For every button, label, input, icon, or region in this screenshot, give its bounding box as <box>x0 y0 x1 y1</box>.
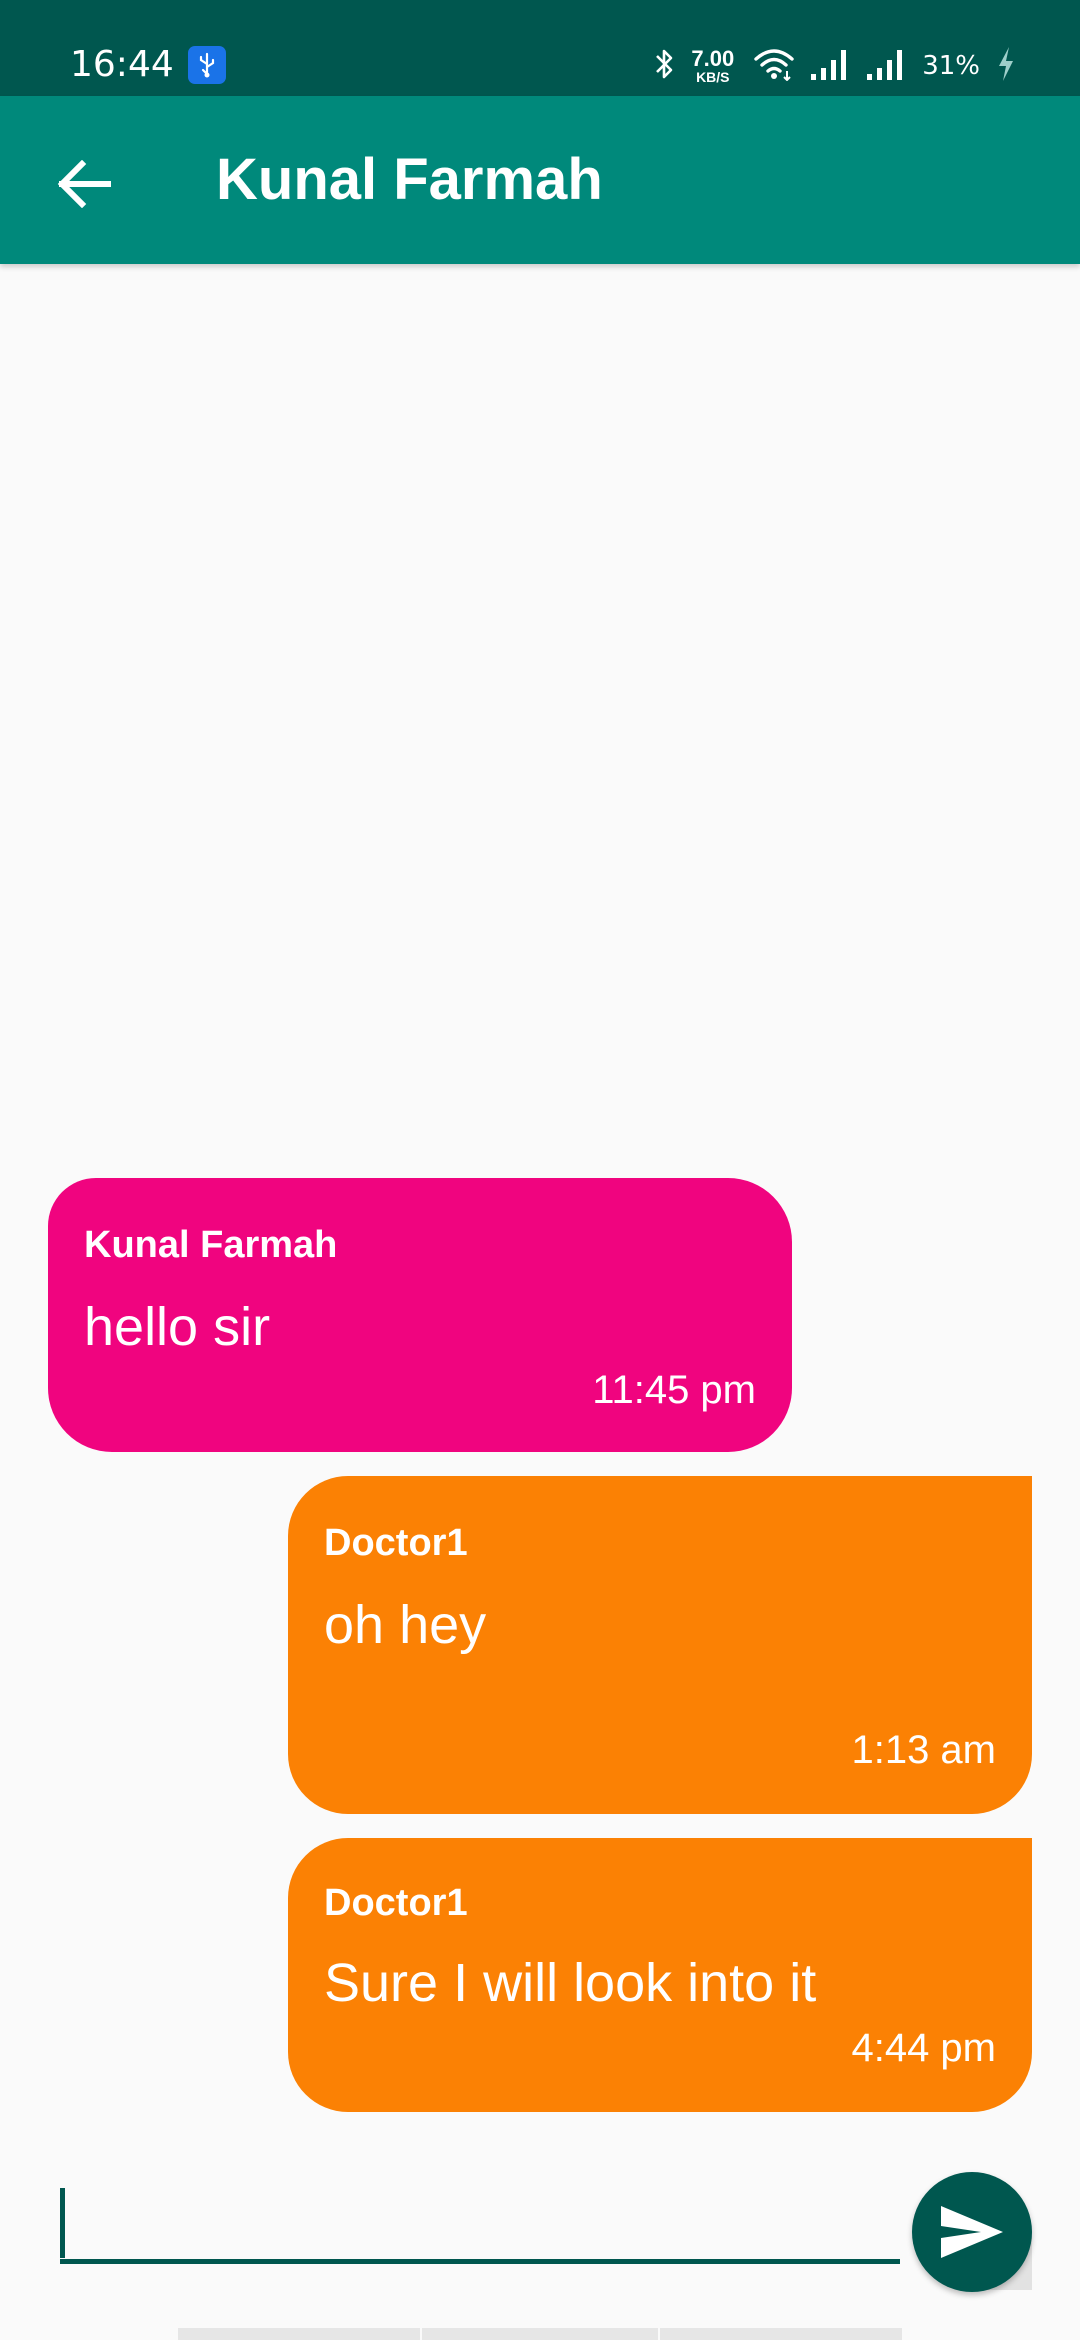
chat-title: Kunal Farmah <box>216 147 603 212</box>
charging-icon <box>996 46 1016 87</box>
message-time: 4:44 pm <box>851 2026 996 2070</box>
app-bar: Kunal Farmah <box>0 96 1080 264</box>
status-time: 16:44 <box>70 44 174 85</box>
arrow-left-icon <box>57 160 111 208</box>
message-time: 11:45 pm <box>592 1368 756 1412</box>
nav-handle[interactable] <box>422 2328 658 2340</box>
send-icon <box>941 2206 1003 2258</box>
message-sender: Kunal Farmah <box>84 1224 338 1266</box>
text-cursor <box>60 2188 65 2258</box>
nav-handle[interactable] <box>178 2328 420 2340</box>
signal-icon <box>866 48 906 85</box>
message-text: hello sir <box>84 1297 271 1357</box>
nav-handle[interactable] <box>660 2328 902 2340</box>
signal-icon <box>810 48 850 85</box>
message-sender: Doctor1 <box>324 1522 468 1564</box>
message-text: Sure I will look into it <box>324 1953 817 2013</box>
network-speed: 7.00 KB/S <box>691 46 735 85</box>
network-speed-value: 7.00 <box>691 46 735 71</box>
status-icons: 7.00 KB/S 31% <box>653 44 1016 88</box>
message-bubble-received[interactable]: Kunal Farmah hello sir 11:45 pm <box>48 1178 792 1452</box>
network-speed-unit: KB/S <box>696 69 730 85</box>
wifi-icon <box>754 47 794 86</box>
message-bubble-sent[interactable]: Doctor1 oh hey 1:13 am <box>288 1476 1032 1814</box>
message-text: oh hey <box>324 1595 487 1655</box>
send-button[interactable] <box>912 2172 1032 2292</box>
status-bar: 16:44 7.00 KB/S 31% <box>0 0 1080 96</box>
message-sender: Doctor1 <box>324 1882 468 1924</box>
bluetooth-icon <box>653 47 675 86</box>
message-bubble-sent[interactable]: Doctor1 Sure I will look into it 4:44 pm <box>288 1838 1032 2112</box>
message-input[interactable] <box>60 2180 900 2264</box>
back-button[interactable] <box>40 140 128 228</box>
battery-percent: 31% <box>922 51 980 81</box>
message-time: 1:13 am <box>851 1728 996 1772</box>
usb-debug-icon <box>188 46 226 84</box>
